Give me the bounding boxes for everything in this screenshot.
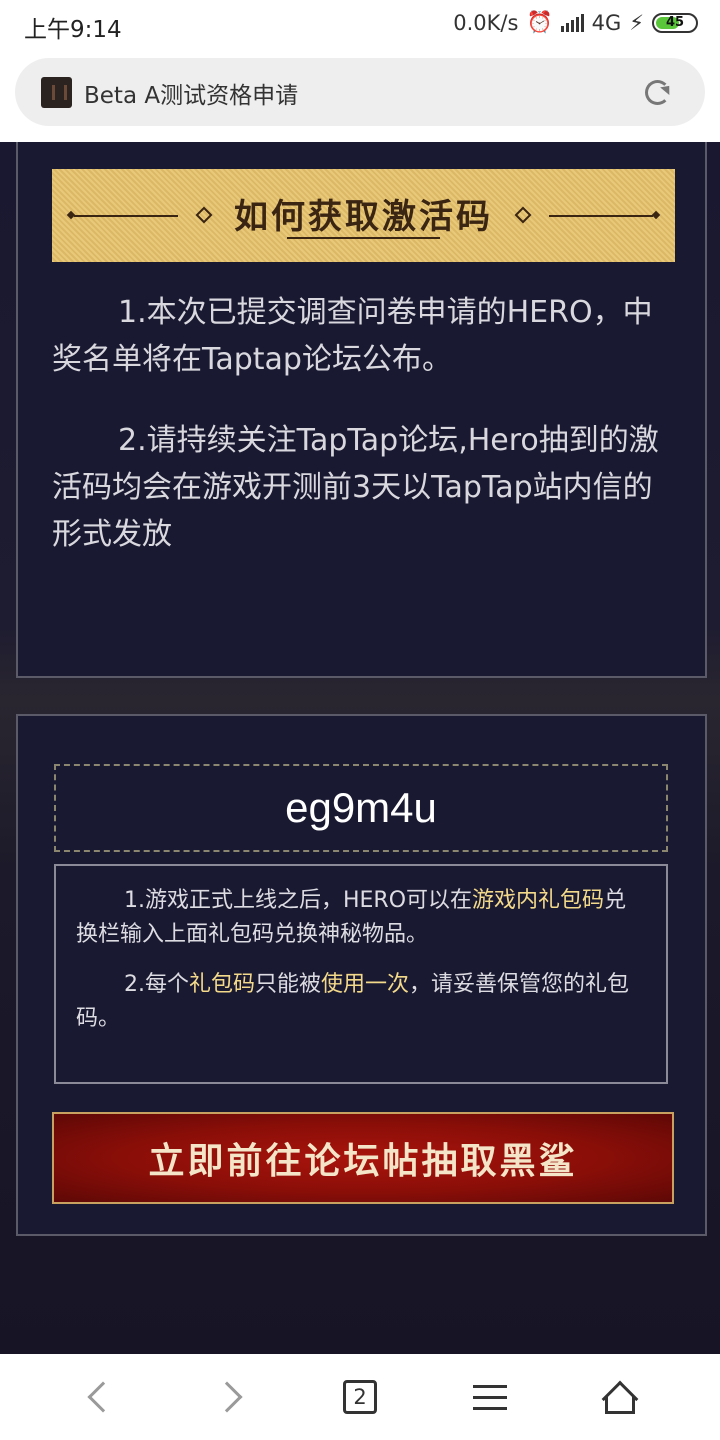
menu-button[interactable] (465, 1374, 515, 1420)
chevron-right-icon (211, 1381, 243, 1413)
banner-ornament (287, 237, 440, 239)
banner-title: 如何获取激活码 (234, 197, 493, 237)
net-speed: 0.0K/s (453, 10, 519, 35)
go-to-forum-button[interactable]: 立即前往论坛帖抽取黑鲨 (52, 1112, 674, 1204)
code-notes: 1.游戏正式上线之后，HERO可以在游戏内礼包码兑换栏输入上面礼包码兑换神秘物品… (54, 864, 668, 1084)
alarm-icon: ⏰ (526, 10, 553, 34)
home-icon (601, 1380, 639, 1418)
site-favicon-icon (41, 77, 72, 108)
network-type: 4G (591, 10, 622, 35)
tab-count: 2 (343, 1380, 377, 1414)
charging-icon: ⚡ (629, 10, 644, 35)
activation-code[interactable]: eg9m4u (285, 784, 437, 832)
note-text: 1.游戏正式上线之后，HERO可以在 (124, 888, 473, 913)
status-time: 上午9:14 (24, 17, 122, 43)
chevron-left-icon (87, 1381, 119, 1413)
battery-icon: 45 (652, 12, 698, 33)
code-panel: eg9m4u 1.游戏正式上线之后，HERO可以在游戏内礼包码兑换栏输入上面礼包… (16, 714, 707, 1236)
battery-level: 45 (665, 15, 685, 30)
tabs-button[interactable]: 2 (335, 1374, 385, 1420)
section-banner: 如何获取激活码 (52, 169, 675, 262)
go-to-forum-label: 立即前往论坛帖抽取黑鲨 (148, 1140, 578, 1182)
home-button[interactable] (595, 1374, 645, 1420)
code-note-1: 1.游戏正式上线之后，HERO可以在游戏内礼包码兑换栏输入上面礼包码兑换神秘物品… (76, 884, 646, 952)
note-text: 2.每个 (124, 972, 189, 997)
instruction-paragraph-1: 1.本次已提交调查问卷申请的HERO，中奖名单将在Taptap论坛公布。 (52, 295, 653, 377)
code-note-2: 2.每个礼包码只能被使用一次，请妥善保管您的礼包码。 (76, 968, 646, 1036)
browser-toolbar: Beta A测试资格申请 (0, 52, 720, 142)
forward-button[interactable] (206, 1374, 256, 1420)
activation-code-box[interactable]: eg9m4u (54, 764, 668, 852)
banner-ornament (549, 215, 653, 217)
note-text: 只能被 (255, 972, 322, 997)
page-content: 如何获取激活码 1.本次已提交调查问卷申请的HERO，中奖名单将在Taptap论… (0, 142, 720, 1354)
status-icons: 0.0K/s ⏰ 4G ⚡ 45 (453, 10, 698, 35)
status-bar: 上午9:14 0.0K/s ⏰ 4G ⚡ 45 (0, 0, 720, 52)
reload-icon[interactable] (645, 80, 670, 105)
browser-bottom-nav: 2 (0, 1354, 720, 1440)
how-to-panel: 如何获取激活码 1.本次已提交调查问卷申请的HERO，中奖名单将在Taptap论… (16, 142, 707, 678)
address-bar[interactable]: Beta A测试资格申请 (15, 58, 705, 126)
note-highlight: 礼包码 (189, 972, 256, 997)
menu-icon (473, 1384, 507, 1410)
note-highlight: 游戏内礼包码 (472, 888, 605, 913)
signal-icon (560, 13, 584, 32)
back-button[interactable] (74, 1374, 124, 1420)
page-title: Beta A测试资格申请 (84, 83, 299, 109)
note-highlight: 使用一次 (321, 972, 410, 997)
instruction-paragraph-2: 2.请持续关注TapTap论坛,Hero抽到的激活码均会在游戏开测前3天以Tap… (52, 423, 659, 552)
